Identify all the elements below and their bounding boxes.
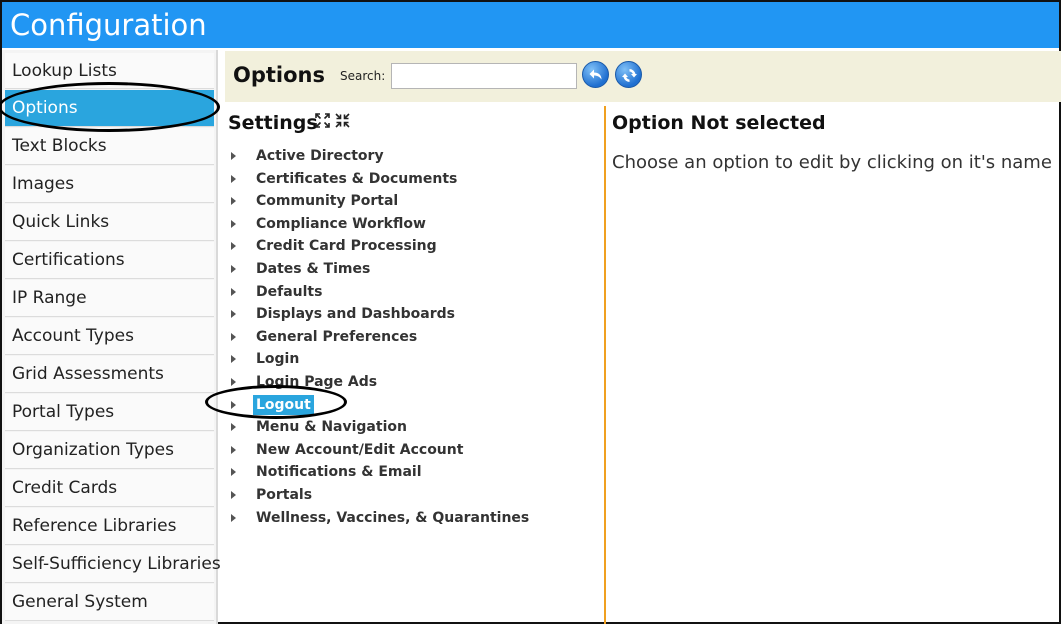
settings-item-certificates-documents[interactable]: Certificates & Documents <box>231 168 601 191</box>
expand-arrow-icon[interactable] <box>231 174 236 183</box>
sidebar-item-credit-cards[interactable]: Credit Cards <box>5 470 214 507</box>
settings-item-active-directory[interactable]: Active Directory <box>231 145 601 168</box>
settings-tree: Active Directory Certificates & Documents… <box>231 145 601 529</box>
settings-item-label[interactable]: Displays and Dashboards <box>253 304 458 324</box>
sidebar-item-options[interactable]: Options <box>5 90 214 127</box>
settings-title: Settings <box>228 112 318 134</box>
settings-item-displays-and-dashboards[interactable]: Displays and Dashboards <box>231 303 601 326</box>
expand-arrow-icon[interactable] <box>231 490 236 499</box>
expand-arrow-icon[interactable] <box>231 219 236 228</box>
settings-item-menu-navigation[interactable]: Menu & Navigation <box>231 416 601 439</box>
settings-item-general-preferences[interactable]: General Preferences <box>231 326 601 349</box>
expand-arrow-icon[interactable] <box>231 355 236 364</box>
settings-item-label[interactable]: Compliance Workflow <box>253 214 429 234</box>
expand-collapse-controls <box>314 112 352 132</box>
expand-arrow-icon[interactable] <box>231 445 236 454</box>
settings-item-login[interactable]: Login <box>231 348 601 371</box>
settings-item-defaults[interactable]: Defaults <box>231 281 601 304</box>
sidebar-item-text-blocks[interactable]: Text Blocks <box>5 128 214 165</box>
expand-arrow-icon[interactable] <box>231 287 236 296</box>
sidebar-item-general-system[interactable]: General System <box>5 584 214 621</box>
sidebar-item-quick-links[interactable]: Quick Links <box>5 204 214 241</box>
expand-arrow-icon[interactable] <box>231 264 236 273</box>
settings-item-label[interactable]: Portals <box>253 485 315 505</box>
expand-all-icon[interactable] <box>314 112 331 133</box>
settings-item-credit-card-processing[interactable]: Credit Card Processing <box>231 235 601 258</box>
settings-item-community-portal[interactable]: Community Portal <box>231 190 601 213</box>
settings-item-label[interactable]: Notifications & Email <box>253 462 425 482</box>
panel-divider <box>604 106 606 624</box>
search-input[interactable] <box>391 63 577 89</box>
app-window: Configuration Lookup Lists Options Text Bl… <box>0 0 1061 624</box>
settings-item-notifications-email[interactable]: Notifications & Email <box>231 461 601 484</box>
settings-item-label[interactable]: Certificates & Documents <box>253 169 460 189</box>
sidebar-item-account-types[interactable]: Account Types <box>5 318 214 355</box>
sidebar-item-ip-range[interactable]: IP Range <box>5 280 214 317</box>
sidebar-item-images[interactable]: Images <box>5 166 214 203</box>
refresh-button[interactable] <box>615 61 642 88</box>
sidebar-item-portal-types[interactable]: Portal Types <box>5 394 214 431</box>
settings-item-compliance-workflow[interactable]: Compliance Workflow <box>231 213 601 236</box>
expand-arrow-icon[interactable] <box>231 152 236 160</box>
sidebar-item-grid-assessments[interactable]: Grid Assessments <box>5 356 214 393</box>
expand-arrow-icon[interactable] <box>231 513 236 522</box>
detail-message: Choose an option to edit by clicking on … <box>612 152 1052 173</box>
settings-item-label[interactable]: Community Portal <box>253 191 401 211</box>
settings-item-label[interactable]: Wellness, Vaccines, & Quarantines <box>253 508 532 528</box>
expand-arrow-icon[interactable] <box>231 310 236 319</box>
settings-item-logout[interactable]: Logout <box>231 394 601 417</box>
settings-item-label[interactable]: Login <box>253 349 302 369</box>
expand-arrow-icon[interactable] <box>231 197 236 206</box>
settings-item-new-account-edit-account[interactable]: New Account/Edit Account <box>231 439 601 462</box>
settings-item-label[interactable]: Login Page Ads <box>253 372 380 392</box>
expand-arrow-icon[interactable] <box>231 400 236 409</box>
page-title: Options <box>233 63 325 87</box>
sidebar-item-organization-types[interactable]: Organization Types <box>5 432 214 469</box>
undo-button[interactable] <box>582 61 609 88</box>
expand-arrow-icon[interactable] <box>231 377 236 386</box>
sidebar-item-self-sufficiency-libraries[interactable]: Self-Sufficiency Libraries <box>5 546 221 583</box>
settings-item-label[interactable]: Credit Card Processing <box>253 236 440 256</box>
settings-item-label[interactable]: Logout <box>253 394 314 415</box>
sidebar-item-lookup-lists[interactable]: Lookup Lists <box>5 53 214 89</box>
settings-item-label[interactable]: General Preferences <box>253 327 420 347</box>
settings-item-label[interactable]: Defaults <box>253 282 325 302</box>
collapse-all-icon[interactable] <box>334 112 351 133</box>
expand-arrow-icon[interactable] <box>231 468 236 477</box>
detail-title: Option Not selected <box>612 112 826 134</box>
settings-item-label[interactable]: Active Directory <box>253 146 387 166</box>
search-label: Search: <box>340 69 386 83</box>
sidebar-item-reference-libraries[interactable]: Reference Libraries <box>5 508 214 545</box>
settings-item-portals[interactable]: Portals <box>231 484 601 507</box>
expand-arrow-icon[interactable] <box>231 242 236 251</box>
settings-item-label[interactable]: New Account/Edit Account <box>253 440 466 460</box>
settings-item-label[interactable]: Menu & Navigation <box>253 417 410 437</box>
settings-item-login-page-ads[interactable]: Login Page Ads <box>231 371 601 394</box>
sidebar: Lookup Lists Options Text Blocks Images Quic… <box>2 50 221 624</box>
expand-arrow-icon[interactable] <box>231 332 236 341</box>
expand-arrow-icon[interactable] <box>231 423 236 432</box>
sidebar-item-certifications[interactable]: Certifications <box>5 242 214 279</box>
options-header: Options Search: <box>225 51 1061 102</box>
app-title: Configuration <box>2 2 1059 48</box>
settings-item-label[interactable]: Dates & Times <box>253 259 373 279</box>
settings-item-dates-times[interactable]: Dates & Times <box>231 258 601 281</box>
settings-item-wellness-vaccines-quarantines[interactable]: Wellness, Vaccines, & Quarantines <box>231 507 601 530</box>
